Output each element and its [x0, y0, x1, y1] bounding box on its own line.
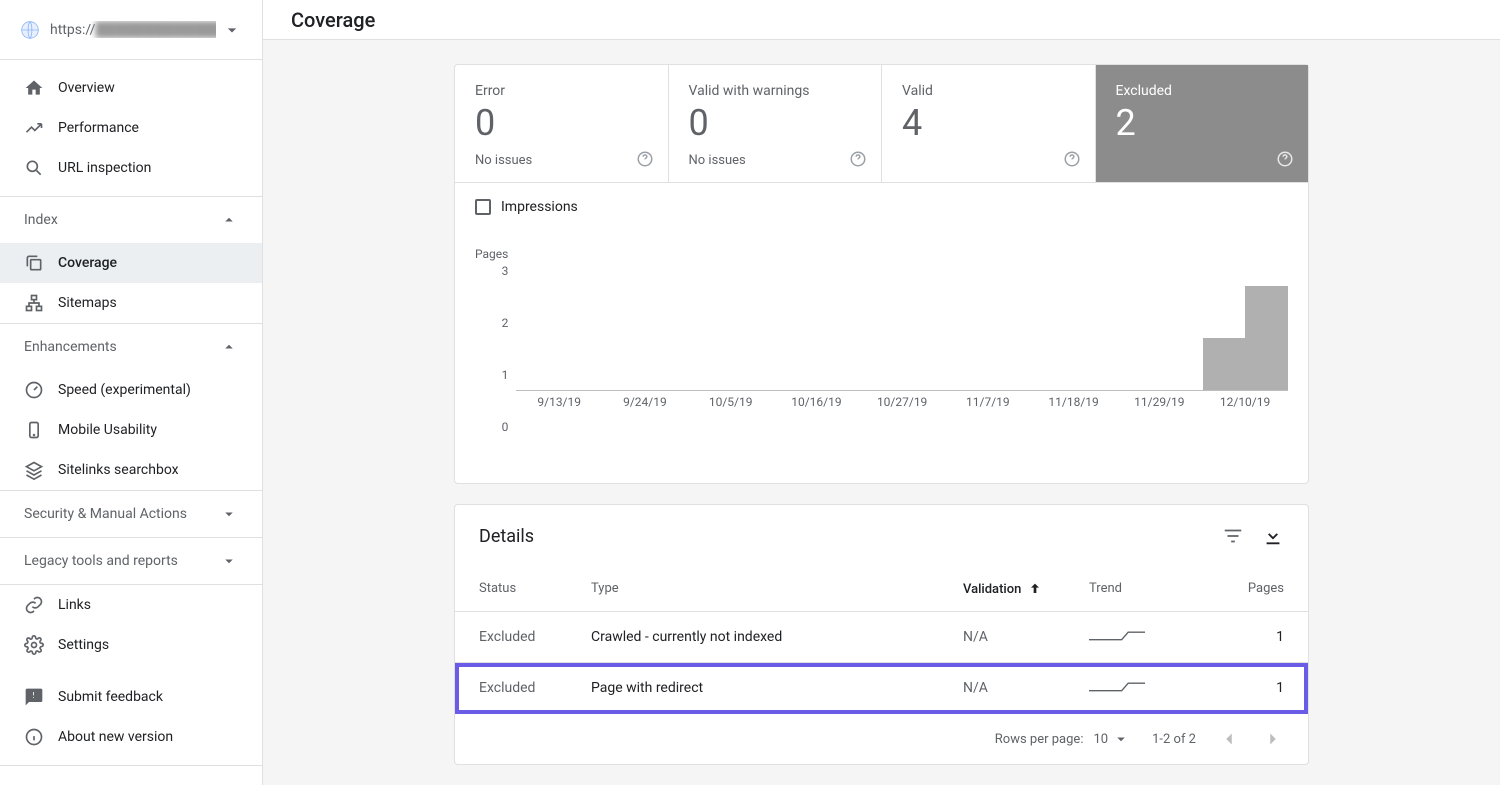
- trend-sparkline: [1089, 628, 1145, 642]
- globe-icon: [20, 20, 40, 40]
- sidebar-section-security[interactable]: Security & Manual Actions: [0, 491, 262, 537]
- page-header: Coverage: [263, 0, 1500, 40]
- sidebar-item-label: About new version: [58, 729, 173, 745]
- sidebar-item-label: Sitelinks searchbox: [58, 462, 179, 478]
- gear-icon: [24, 635, 44, 655]
- next-page-button[interactable]: [1262, 728, 1284, 750]
- site-url: https://██████████████…: [50, 21, 216, 38]
- details-table-header: Status Type Validation Trend Pages: [455, 567, 1308, 612]
- details-panel: Details Status Type Validation Trend Pag…: [454, 504, 1309, 765]
- sidebar-item-url-inspection[interactable]: URL inspection: [0, 148, 262, 188]
- dropdown-icon: [222, 20, 242, 40]
- sidebar-item-coverage[interactable]: Coverage: [0, 243, 262, 283]
- sidebar-item-label: Speed (experimental): [58, 382, 191, 398]
- sidebar-item-about[interactable]: About new version: [0, 717, 262, 757]
- sidebar-section-enhancements[interactable]: Enhancements: [0, 324, 262, 370]
- coverage-summary-panel: Error 0 No issues Valid with warnings 0 …: [454, 64, 1309, 484]
- sidebar-section-index[interactable]: Index: [0, 197, 262, 243]
- sidebar-item-performance[interactable]: Performance: [0, 108, 262, 148]
- sidebar-item-label: Submit feedback: [58, 689, 163, 705]
- link-icon: [24, 595, 44, 615]
- search-icon: [24, 158, 44, 178]
- tab-error[interactable]: Error 0 No issues: [455, 65, 669, 182]
- sidebar-item-label: Overview: [58, 80, 115, 96]
- sidebar-item-links[interactable]: Links: [0, 585, 262, 625]
- filter-icon[interactable]: [1222, 525, 1244, 547]
- help-icon[interactable]: [1063, 150, 1081, 168]
- coverage-tabs: Error 0 No issues Valid with warnings 0 …: [455, 65, 1308, 183]
- page-title: Coverage: [291, 8, 375, 32]
- info-icon: [24, 727, 44, 747]
- sidebar-item-label: Sitemaps: [58, 295, 117, 311]
- sidebar-section-legacy[interactable]: Legacy tools and reports: [0, 538, 262, 584]
- table-row[interactable]: ExcludedPage with redirectN/A1: [455, 663, 1308, 714]
- feedback-icon: [24, 687, 44, 707]
- rows-per-page-select[interactable]: 10: [1093, 730, 1130, 748]
- arrow-up-icon: [1027, 581, 1043, 597]
- main-content: Coverage Error 0 No issues Valid with wa…: [263, 0, 1500, 785]
- help-icon[interactable]: [849, 150, 867, 168]
- mobile-icon: [24, 420, 44, 440]
- copy-icon: [24, 253, 44, 273]
- tab-valid[interactable]: Valid 4: [882, 65, 1096, 182]
- sidebar-item-label: Coverage: [58, 255, 117, 271]
- sidebar: https://██████████████… Overview Perform…: [0, 0, 263, 785]
- sidebar-item-label: Performance: [58, 120, 139, 136]
- sidebar-item-label: URL inspection: [58, 160, 151, 176]
- property-selector[interactable]: https://██████████████…: [0, 0, 262, 60]
- tab-valid-warnings[interactable]: Valid with warnings 0 No issues: [669, 65, 883, 182]
- home-icon: [24, 78, 44, 98]
- column-validation-sort[interactable]: Validation: [963, 581, 1089, 597]
- chevron-down-icon: [220, 505, 238, 523]
- trend-sparkline: [1089, 679, 1145, 693]
- impressions-label: Impressions: [501, 199, 578, 215]
- sidebar-item-feedback[interactable]: Submit feedback: [0, 677, 262, 717]
- sidebar-item-mobile-usability[interactable]: Mobile Usability: [0, 410, 262, 450]
- sidebar-item-label: Settings: [58, 637, 109, 653]
- help-icon[interactable]: [1276, 150, 1294, 168]
- layers-icon: [24, 460, 44, 480]
- help-icon[interactable]: [636, 150, 654, 168]
- chart-x-axis: 9/13/199/24/1910/5/1910/16/1910/27/1911/…: [516, 395, 1288, 409]
- pagination-range: 1-2 of 2: [1152, 732, 1196, 747]
- sidebar-item-sitemaps[interactable]: Sitemaps: [0, 283, 262, 323]
- table-row[interactable]: ExcludedCrawled - currently not indexedN…: [455, 612, 1308, 663]
- sitemap-icon: [24, 293, 44, 313]
- chevron-down-icon: [220, 552, 238, 570]
- prev-page-button[interactable]: [1218, 728, 1240, 750]
- details-pagination: Rows per page: 10 1-2 of 2: [455, 714, 1308, 764]
- chevron-up-icon: [220, 211, 238, 229]
- impressions-checkbox[interactable]: [475, 199, 491, 215]
- sidebar-item-sitelinks-searchbox[interactable]: Sitelinks searchbox: [0, 450, 262, 490]
- dropdown-icon: [1112, 730, 1130, 748]
- download-icon[interactable]: [1262, 525, 1284, 547]
- details-title: Details: [479, 526, 534, 547]
- sidebar-item-overview[interactable]: Overview: [0, 68, 262, 108]
- sidebar-item-settings[interactable]: Settings: [0, 625, 262, 665]
- tab-excluded[interactable]: Excluded 2: [1096, 65, 1309, 182]
- chevron-up-icon: [220, 338, 238, 356]
- speed-icon: [24, 380, 44, 400]
- coverage-chart: Pages 3 2 1 0 9/13/199/24/1910/5/1910/16…: [475, 227, 1288, 473]
- sidebar-item-label: Links: [58, 597, 91, 613]
- trend-icon: [24, 118, 44, 138]
- chart-y-axis: Pages 3 2 1 0: [475, 227, 508, 473]
- sidebar-item-speed[interactable]: Speed (experimental): [0, 370, 262, 410]
- sidebar-item-label: Mobile Usability: [58, 422, 157, 438]
